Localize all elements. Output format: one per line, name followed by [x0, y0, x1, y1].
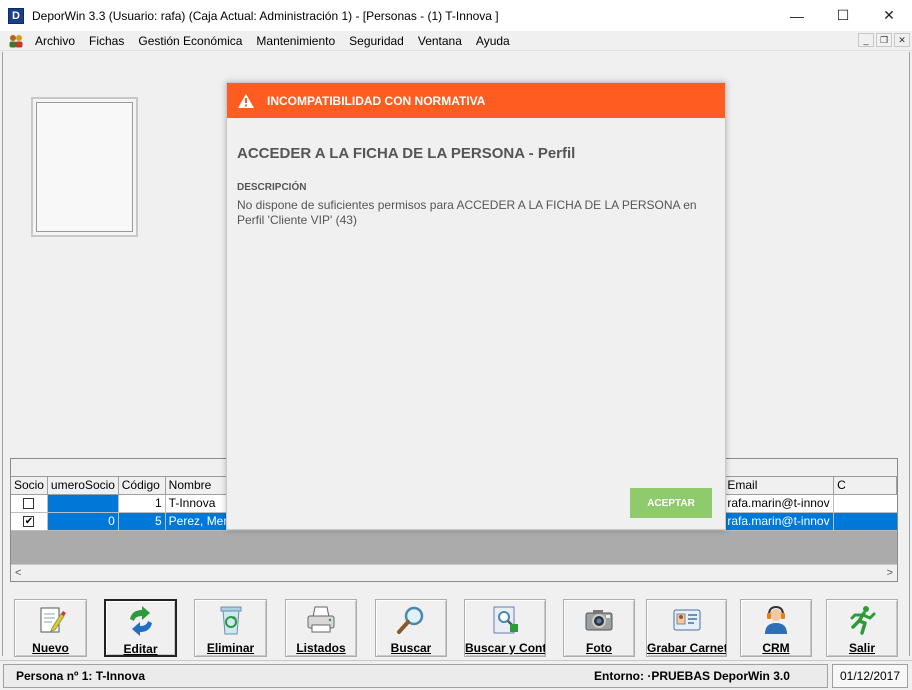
foto-label: Foto [586, 641, 612, 655]
email-cell: rafa.marin@t-innov [724, 495, 835, 513]
menu-seguridad[interactable]: Seguridad [342, 34, 411, 48]
scroll-right-icon[interactable]: > [887, 567, 893, 579]
printer-icon [304, 604, 338, 636]
header-codigo[interactable]: Código [118, 477, 166, 495]
salir-label: Salir [848, 641, 875, 655]
foto-button[interactable]: Foto [563, 599, 635, 657]
mdi-restore-button[interactable]: ❐ [876, 33, 892, 47]
codigo-cell: 1 [118, 495, 166, 513]
running-man-icon [845, 604, 879, 636]
nombre-text: T-Innova [168, 496, 216, 510]
grabar-carnet-button[interactable]: Grabar Carnet [646, 599, 727, 657]
magnifier-icon [394, 604, 428, 636]
menu-ayuda[interactable]: Ayuda [469, 34, 517, 48]
eliminar-label: Eliminar [206, 641, 255, 655]
camera-icon [582, 604, 616, 636]
eliminar-button[interactable]: Eliminar [194, 599, 267, 657]
scroll-left-icon[interactable]: < [15, 567, 21, 579]
extra-cell [834, 513, 897, 531]
title-bar: D DeporWin 3.3 (Usuario: rafa) (Caja Act… [0, 0, 912, 31]
editar-label: Editar [123, 642, 158, 655]
new-document-pencil-icon [34, 604, 68, 636]
action-toolbar: Nuevo Editar Eliminar Listados Buscar Bu… [0, 597, 912, 659]
dialog-heading: ACCEDER A LA FICHA DE LA PERSONA - Perfi… [237, 145, 576, 162]
email-cell: rafa.marin@t-innov [724, 513, 835, 531]
menu-gestion-economica[interactable]: Gestión Económica [131, 34, 249, 48]
status-panel: Persona nº 1: T-Innova Entorno: ·PRUEBAS… [3, 664, 828, 688]
buscar-y-controlar-button[interactable]: Buscar y Contr [464, 599, 546, 657]
headset-person-icon [759, 604, 793, 636]
mdi-controls: _ ❐ ✕ [858, 33, 910, 47]
listados-button[interactable]: Listados [285, 599, 357, 657]
editar-button[interactable]: Editar [104, 599, 177, 657]
mdi-close-button[interactable]: ✕ [894, 33, 910, 47]
dialog-header: INCOMPATIBILIDAD CON NORMATIVA [227, 83, 725, 118]
description-text: No dispone de suficientes permisos para … [237, 198, 697, 227]
dialog-title: INCOMPATIBILIDAD CON NORMATIVA [267, 93, 486, 108]
header-email[interactable]: Email [724, 477, 835, 495]
crm-button[interactable]: CRM [740, 599, 812, 657]
crm-label: CRM [762, 641, 790, 655]
status-date: 01/12/2017 [832, 664, 908, 688]
socio-cell [11, 495, 48, 513]
description-label: DESCRIPCIÓN [237, 182, 307, 193]
horizontal-scrollbar[interactable]: < > [11, 564, 897, 581]
header-numero-socio[interactable]: umeroSocio [47, 477, 119, 495]
app-logo-icon: D [8, 7, 24, 24]
grabar-carnet-label: Grabar Carnet [647, 641, 726, 655]
listados-label: Listados [296, 641, 346, 655]
header-extra[interactable]: C [834, 477, 898, 495]
extra-cell [834, 495, 897, 513]
menu-archivo[interactable]: Archivo [28, 34, 82, 48]
buscar-label: Buscar [390, 641, 432, 655]
menu-bar: Archivo Fichas Gestión Económica Manteni… [0, 31, 912, 51]
person-photo-frame[interactable] [31, 97, 138, 237]
mdi-minimize-button[interactable]: _ [858, 33, 874, 47]
buscar-y-controlar-label: Buscar y Contr [465, 641, 545, 655]
status-persona: Persona nº 1: T-Innova [16, 669, 146, 683]
menu-fichas[interactable]: Fichas [82, 34, 131, 48]
header-socio[interactable]: Socio [11, 477, 48, 495]
numero-socio-cell [47, 495, 119, 513]
window-controls: — ☐ ✕ [774, 0, 912, 31]
nuevo-button[interactable]: Nuevo [14, 599, 87, 657]
users-icon [8, 33, 24, 49]
status-entorno: Entorno: ·PRUEBAS DeporWin 3.0 [594, 669, 790, 683]
warning-icon [237, 93, 255, 109]
nuevo-label: Nuevo [32, 641, 69, 655]
menu-ventana[interactable]: Ventana [411, 34, 469, 48]
refresh-arrows-icon [124, 605, 158, 637]
permission-dialog: INCOMPATIBILIDAD CON NORMATIVA ACCEDER A… [226, 82, 726, 530]
socio-checkbox[interactable] [23, 498, 35, 509]
minimize-button[interactable]: — [774, 0, 820, 31]
close-button[interactable]: ✕ [866, 0, 912, 31]
salir-button[interactable]: Salir [826, 599, 898, 657]
status-bar: Persona nº 1: T-Innova Entorno: ·PRUEBAS… [0, 660, 912, 690]
socio-checkbox[interactable]: ✔ [23, 516, 35, 527]
socio-cell: ✔ [11, 513, 48, 531]
id-card-icon [670, 604, 704, 636]
recycle-bin-icon [214, 604, 248, 636]
accept-button[interactable]: ACEPTAR [630, 488, 712, 518]
menu-mantenimiento[interactable]: Mantenimiento [249, 34, 342, 48]
window-title: DeporWin 3.3 (Usuario: rafa) (Caja Actua… [32, 8, 499, 23]
codigo-cell: 5 [118, 513, 166, 531]
buscar-button[interactable]: Buscar [375, 599, 447, 657]
maximize-button[interactable]: ☐ [820, 0, 866, 31]
search-document-icon [488, 604, 522, 636]
numero-socio-cell: 0 [47, 513, 119, 531]
